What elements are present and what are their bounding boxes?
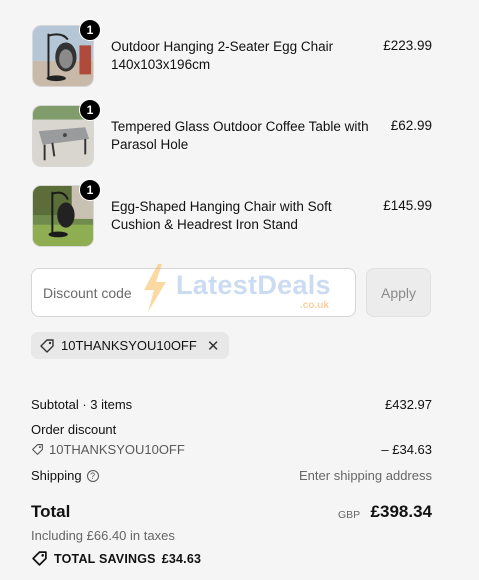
savings-label: TOTAL SAVINGS	[54, 551, 156, 566]
subtotal-row: Subtotal · 3 items £432.97	[31, 397, 432, 412]
discount-code-row: 10THANKSYOU10OFF – £34.63	[31, 442, 432, 459]
quantity-badge: 1	[79, 19, 101, 41]
quantity-badge: 1	[79, 179, 101, 201]
order-discount-row: Order discount	[31, 422, 432, 437]
subtotal-label: Subtotal · 3 items	[31, 397, 133, 412]
shipping-hint: Enter shipping address	[299, 468, 432, 483]
line-item: 1 Egg-Shaped Hanging Chair with Soft Cus…	[32, 179, 432, 249]
total-label: Total	[31, 502, 71, 521]
item-price: £145.99	[383, 198, 432, 213]
apply-discount-button[interactable]: Apply	[366, 268, 431, 317]
item-price: £223.99	[383, 38, 432, 53]
discount-code-input[interactable]	[31, 268, 356, 317]
quantity-badge: 1	[79, 99, 101, 121]
order-discount-label: Order discount	[31, 422, 117, 437]
savings-value: £34.63	[161, 551, 202, 566]
discount-row: Apply	[31, 268, 432, 318]
applied-discount-chip: 10THANKSYOU10OFF ✕	[31, 332, 230, 359]
tag-icon	[32, 551, 47, 566]
item-name: Outdoor Hanging 2-Seater Egg Chair 140x1…	[111, 39, 334, 72]
tax-note: Including £66.40 in taxes	[31, 528, 175, 543]
currency-code: GBP	[338, 509, 361, 521]
shipping-label: Shipping	[31, 468, 82, 483]
subtotal-value: £432.97	[385, 397, 432, 412]
total-savings: TOTAL SAVINGS £34.63	[31, 550, 201, 567]
discount-value: – £34.63	[381, 442, 432, 457]
item-price: £62.99	[390, 118, 432, 133]
total-value: £398.34	[370, 502, 432, 521]
tag-icon	[32, 444, 43, 455]
shipping-row: Shipping? Enter shipping address	[31, 468, 432, 483]
tag-icon	[40, 338, 54, 353]
applied-discount-code: 10THANKSYOU10OFF	[61, 338, 197, 353]
line-item: 1 Tempered Glass Outdoor Coffee Table wi…	[32, 99, 432, 169]
help-icon[interactable]: ?	[86, 470, 99, 482]
item-name: Egg-Shaped Hanging Chair with Soft Cushi…	[111, 199, 332, 232]
summary-discount-code: 10THANKSYOU10OFF	[49, 442, 185, 457]
line-item: 1 Outdoor Hanging 2-Seater Egg Chair 140…	[32, 19, 432, 89]
item-name: Tempered Glass Outdoor Coffee Table with…	[111, 119, 369, 152]
remove-discount-icon[interactable]: ✕	[207, 337, 220, 355]
